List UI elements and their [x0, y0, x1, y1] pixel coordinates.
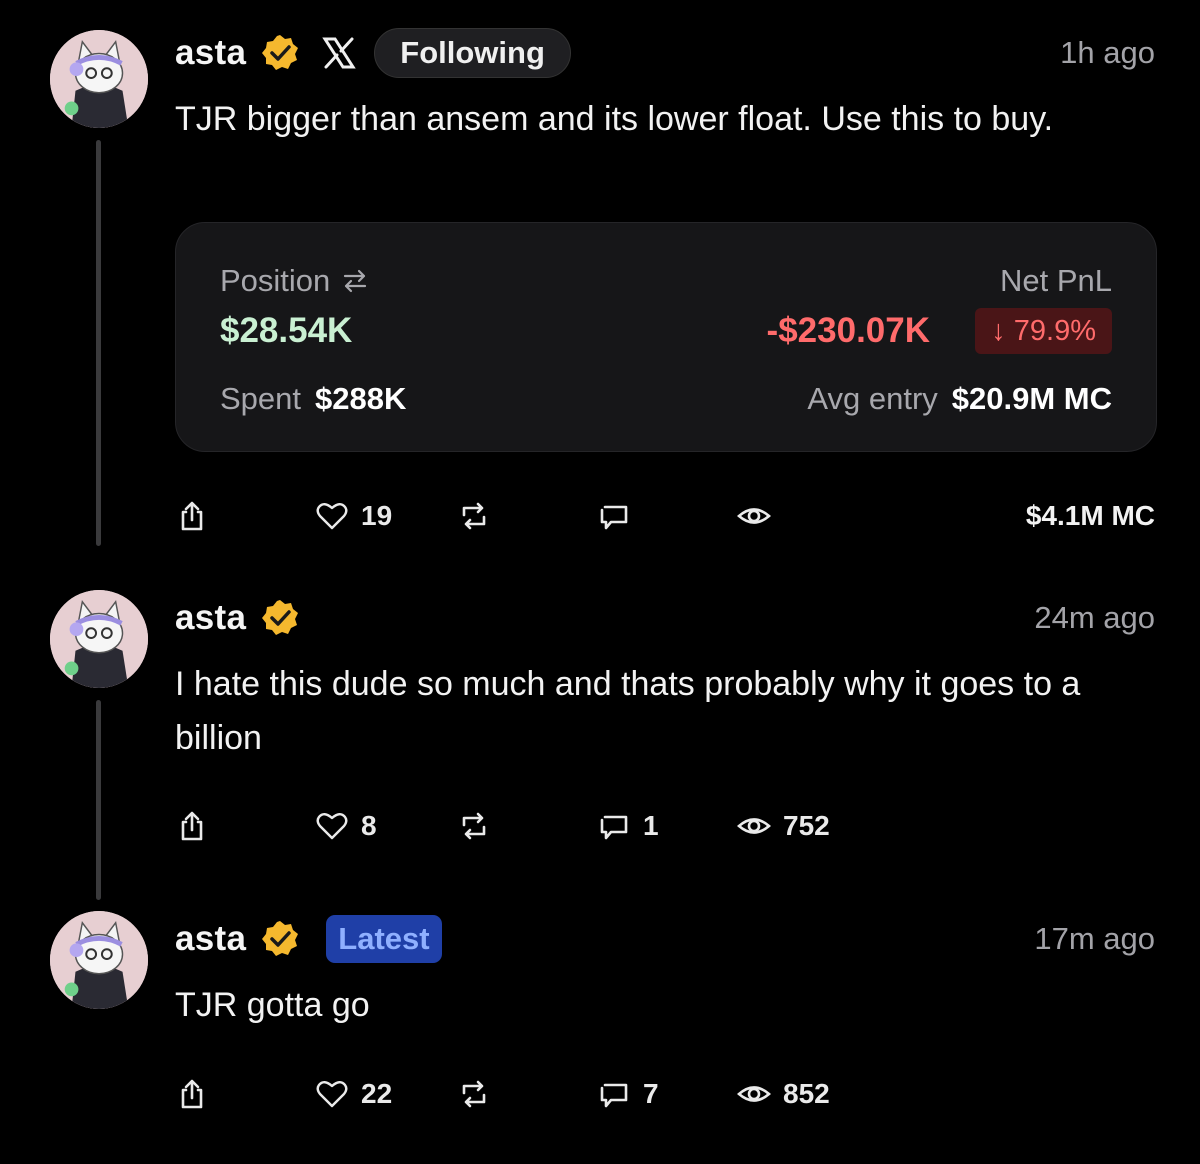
share-button[interactable] — [175, 801, 209, 851]
net-pnl-label: Net PnL — [999, 263, 1112, 298]
reply-count: 1 — [643, 810, 659, 841]
like-button[interactable]: 19 — [315, 491, 392, 541]
post-time: 1h ago — [1060, 35, 1155, 70]
heart-icon — [316, 1081, 348, 1108]
view-count: 852 — [783, 1078, 830, 1109]
post-header: asta Latest 17m ago — [175, 913, 1155, 965]
like-count: 19 — [361, 500, 393, 531]
net-pnl-value: -$230.07K — [766, 311, 930, 350]
like-button[interactable]: 8 — [315, 801, 377, 851]
reply-button[interactable]: 7 — [597, 1069, 659, 1119]
latest-badge: Latest — [326, 915, 442, 963]
position-card: Position $28.54K Spent $288K Net PnL -$23… — [175, 222, 1157, 452]
post-text: TJR bigger than ansem and its lower floa… — [175, 100, 1054, 138]
cat-avatar-image — [50, 911, 148, 1009]
verified-badge-icon — [262, 600, 299, 635]
cat-avatar-image — [50, 30, 148, 128]
avatar[interactable] — [50, 911, 148, 1009]
action-bar: 22 7 852 — [175, 1069, 1155, 1119]
author-name[interactable]: asta — [175, 33, 246, 73]
repost-button[interactable] — [457, 491, 491, 541]
heart-icon — [316, 813, 348, 840]
thread-line — [96, 700, 101, 900]
reply-button[interactable] — [597, 491, 631, 541]
repost-icon — [462, 812, 486, 840]
swap-arrows-icon[interactable] — [340, 266, 370, 296]
heart-icon — [316, 503, 348, 530]
repost-button[interactable] — [457, 801, 491, 851]
like-count: 8 — [361, 810, 377, 841]
author-name[interactable]: asta — [175, 919, 246, 959]
position-label: Position — [220, 263, 331, 298]
cat-avatar-image — [50, 590, 148, 688]
spent-value: $288K — [315, 381, 407, 416]
repost-icon — [462, 502, 486, 530]
thread-line — [96, 140, 101, 546]
avg-entry-value: $20.9M MC — [951, 381, 1112, 416]
post-text: TJR gotta go — [175, 986, 370, 1024]
like-count: 22 — [361, 1078, 393, 1109]
avg-entry-label: Avg entry — [807, 381, 938, 416]
post-header: asta 24m ago — [175, 592, 1155, 644]
view-count: 752 — [783, 810, 830, 841]
spent-row: Spent $288K — [220, 381, 406, 417]
share-button[interactable] — [175, 1069, 209, 1119]
verified-badge-icon — [262, 921, 299, 956]
action-bar: 8 1 752 — [175, 801, 1155, 851]
market-cap: $4.1M MC — [1025, 500, 1155, 531]
share-icon — [181, 501, 203, 531]
repost-icon — [462, 1080, 486, 1108]
views-button[interactable] — [737, 491, 771, 541]
eye-icon — [737, 1086, 771, 1102]
views-button[interactable]: 752 — [737, 801, 830, 851]
avg-entry-row: Avg entry $20.9M MC — [807, 381, 1112, 417]
reply-icon — [600, 815, 628, 840]
avatar[interactable] — [50, 30, 148, 128]
action-bar: 19 $4.1M MC — [175, 491, 1155, 541]
eye-icon — [737, 818, 771, 834]
verified-badge-icon — [262, 35, 299, 70]
reply-count: 7 — [643, 1078, 659, 1109]
like-button[interactable]: 22 — [315, 1069, 392, 1119]
share-icon — [181, 1079, 203, 1109]
reply-button[interactable]: 1 — [597, 801, 659, 851]
post-time: 24m ago — [1034, 600, 1155, 635]
x-logo-icon[interactable] — [322, 36, 357, 70]
spent-label: Spent — [220, 381, 302, 416]
post-time: 17m ago — [1034, 921, 1155, 956]
position-label-row: Position — [220, 263, 370, 299]
eye-icon — [737, 508, 771, 524]
reply-icon — [600, 505, 628, 530]
post-header: asta Following 1h ago — [175, 27, 1155, 79]
reply-icon — [600, 1083, 628, 1108]
share-icon — [181, 811, 203, 841]
post-text: I hate this dude so much and thats proba… — [175, 665, 1081, 757]
avatar[interactable] — [50, 590, 148, 688]
author-name[interactable]: asta — [175, 598, 246, 638]
position-value: $28.54K — [220, 311, 353, 350]
repost-button[interactable] — [457, 1069, 491, 1119]
share-button[interactable] — [175, 491, 209, 541]
following-button[interactable]: Following — [374, 28, 571, 78]
pnl-percent-badge: ↓ 79.9% — [975, 308, 1112, 354]
views-button[interactable]: 852 — [737, 1069, 830, 1119]
